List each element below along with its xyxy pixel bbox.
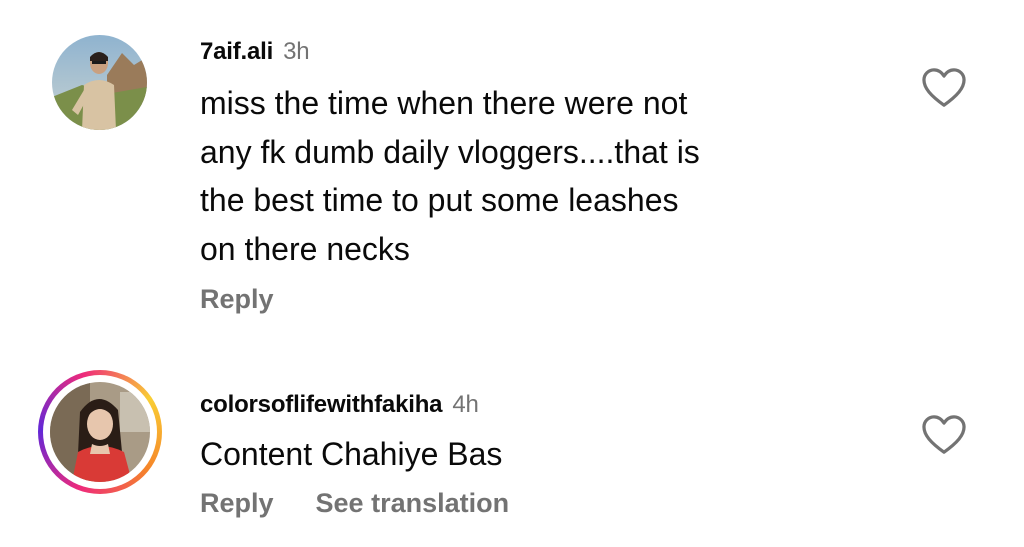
heart-outline-icon[interactable]	[921, 67, 967, 109]
avatar[interactable]	[52, 35, 147, 130]
username[interactable]: colorsoflifewithfakiha	[200, 391, 443, 418]
avatar[interactable]	[50, 382, 150, 482]
reply-button[interactable]: Reply	[200, 284, 274, 314]
comment-actions: Reply See translation	[200, 488, 509, 519]
comment-text: miss the time when there were not any fk…	[200, 85, 700, 267]
reply-button[interactable]: Reply	[200, 488, 274, 518]
comment-item: 7aif.ali 3h miss the time when there were…	[0, 0, 1024, 340]
timestamp: 3h	[283, 38, 310, 65]
comment-text: Content Chahiye Bas	[200, 436, 503, 472]
heart-outline-icon[interactable]	[921, 414, 967, 456]
comment-header: 7aif.ali 3h	[200, 38, 310, 66]
avatar-photo	[50, 382, 150, 482]
comment-header: colorsoflifewithfakiha 4h	[200, 391, 479, 419]
username[interactable]: 7aif.ali	[200, 38, 273, 65]
comment-item: colorsoflifewithfakiha 4h Content Chahiye…	[0, 340, 1024, 547]
see-translation-button[interactable]: See translation	[316, 488, 510, 518]
comment-actions: Reply	[200, 284, 274, 315]
avatar-photo	[52, 35, 147, 130]
timestamp: 4h	[452, 391, 479, 418]
